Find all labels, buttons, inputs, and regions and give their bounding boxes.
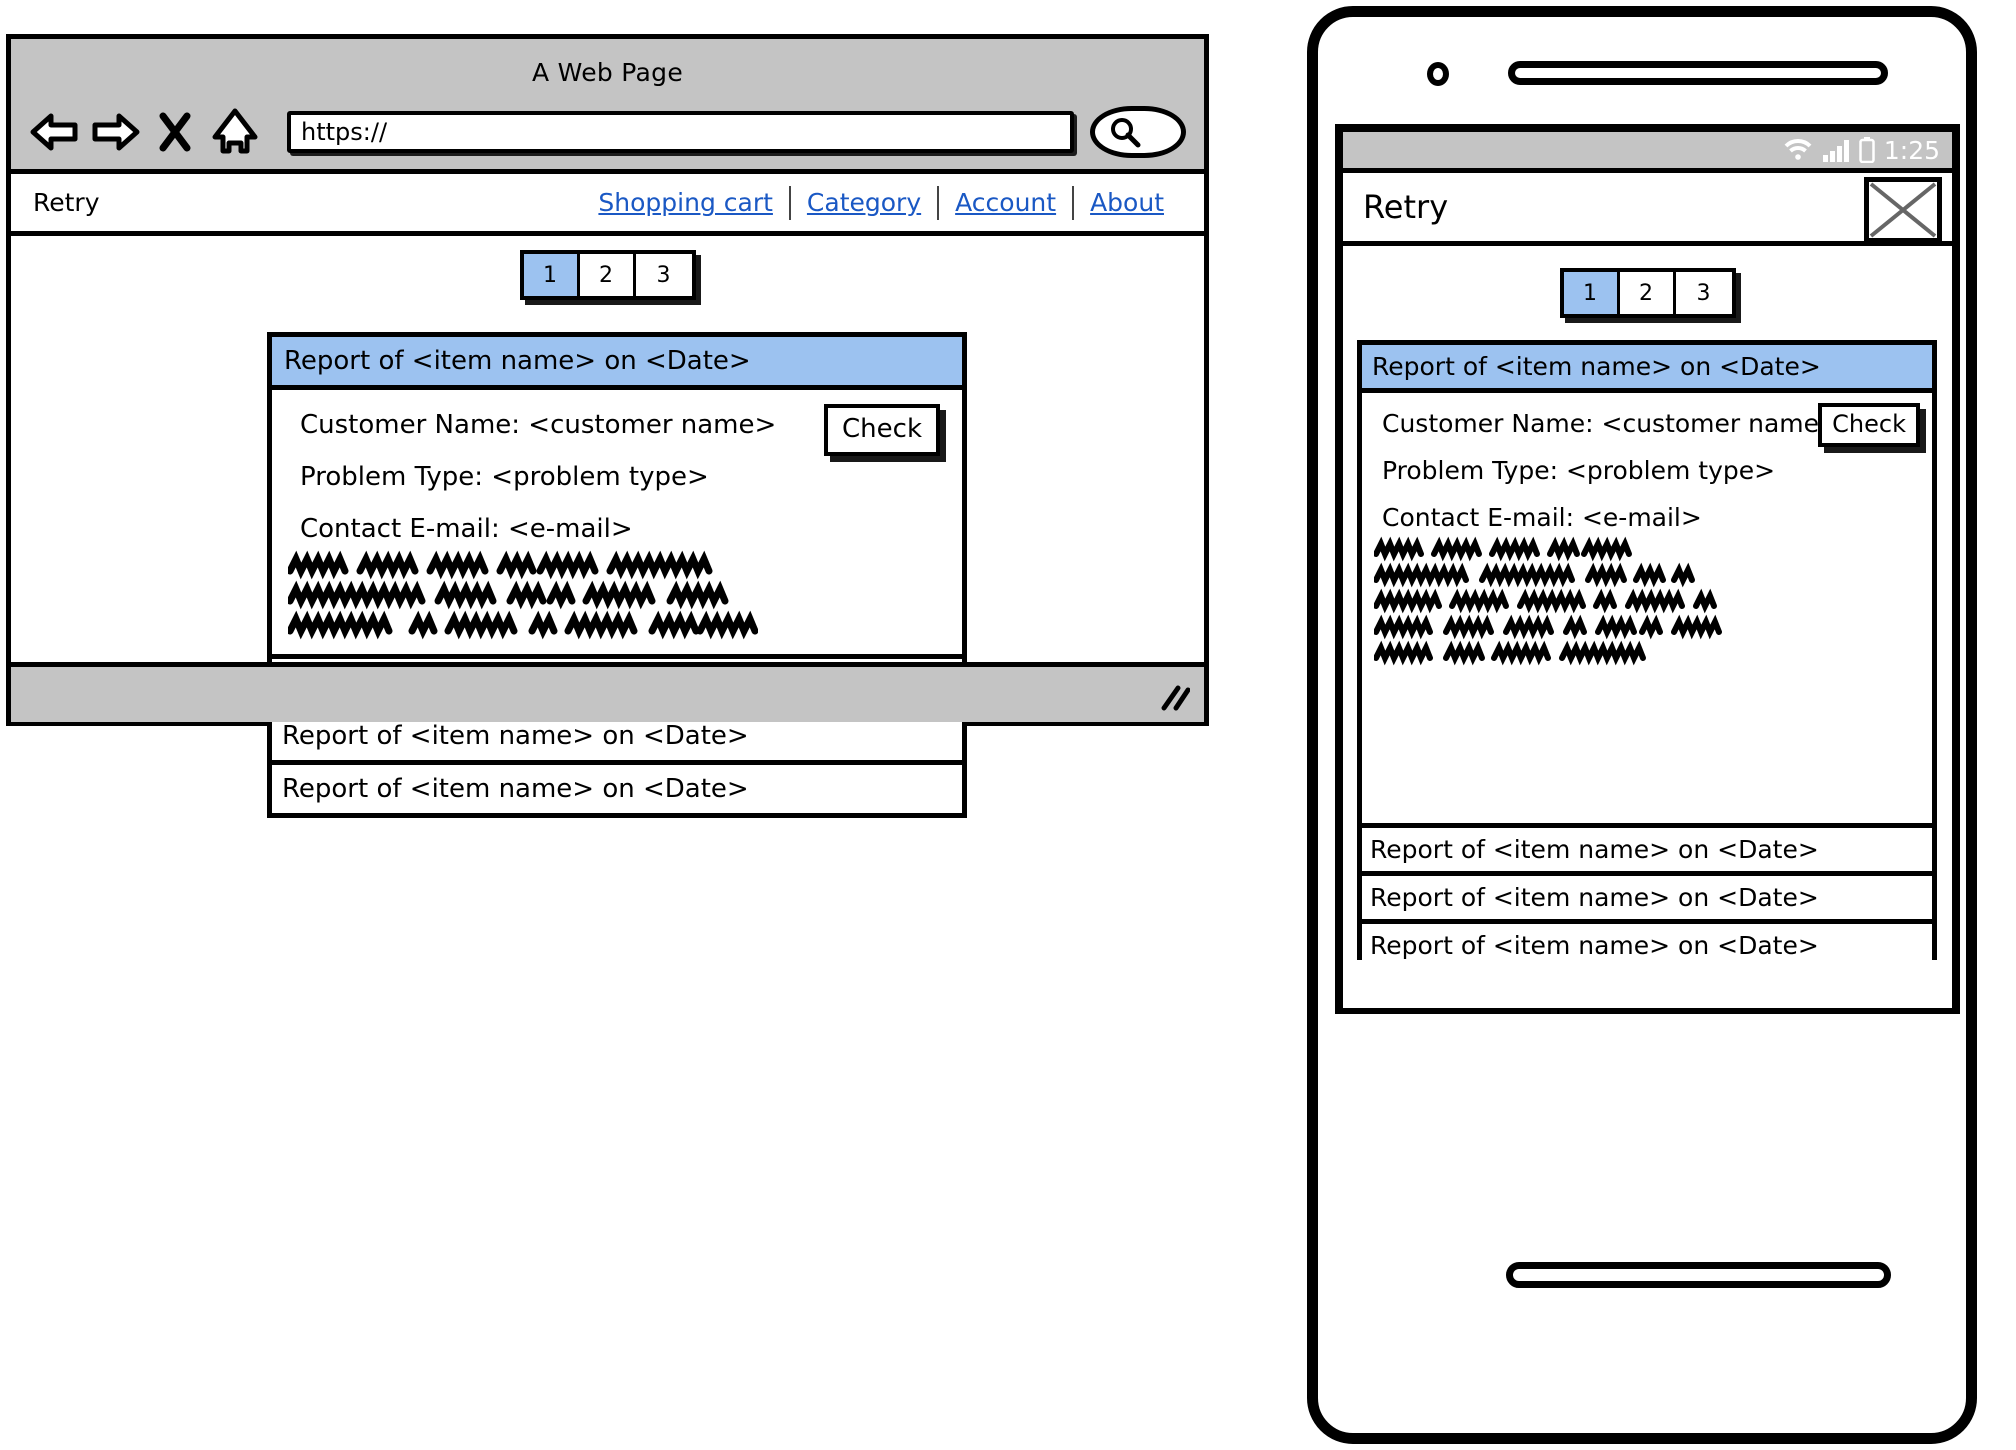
phone-pagination-page-3[interactable]: 3 bbox=[1676, 272, 1732, 314]
resize-grip-icon[interactable] bbox=[1158, 684, 1190, 712]
field-problem-type: Problem Type: <problem type> bbox=[300, 462, 709, 492]
forward-arrow-icon[interactable] bbox=[89, 106, 141, 158]
search-icon bbox=[1111, 118, 1141, 148]
phone-report-accordion-header-expanded[interactable]: Report of <item name> on <Date> bbox=[1362, 345, 1932, 393]
phone-scribble-line-3 bbox=[1374, 588, 1717, 614]
back-arrow-icon[interactable] bbox=[29, 106, 81, 158]
phone-pagination-page-1[interactable]: 1 bbox=[1563, 272, 1620, 314]
phone-page-content: 1 2 3 Report of <item name> on <Date> Cu… bbox=[1343, 246, 1952, 1008]
phone-device-frame: 1:25 Retry 1 2 3 Report of <item name> o… bbox=[1307, 6, 1977, 1444]
phone-pagination: 1 2 3 bbox=[1559, 268, 1736, 318]
wifi-icon bbox=[1783, 138, 1813, 162]
nav-link-shopping-cart[interactable]: Shopping cart bbox=[582, 188, 789, 217]
image-placeholder-icon[interactable] bbox=[1864, 177, 1942, 243]
scribble-line-1 bbox=[288, 550, 713, 580]
phone-status-bar: 1:25 bbox=[1343, 132, 1952, 168]
browser-page-content: 1 2 3 Report of <item name> on <Date> Cu… bbox=[11, 236, 1204, 818]
phone-report-row-2[interactable]: Report of <item name> on <Date> bbox=[1362, 823, 1932, 871]
pagination-page-1[interactable]: 1 bbox=[523, 254, 580, 296]
phone-app-title: Retry bbox=[1363, 188, 1449, 226]
phone-report-description-scribble bbox=[1374, 536, 1922, 666]
phone-report-row-4[interactable]: Report of <item name> on <Date> bbox=[1362, 919, 1932, 967]
check-button[interactable]: Check bbox=[824, 404, 940, 456]
field-contact-email: Contact E-mail: <e-mail> bbox=[300, 514, 633, 544]
close-x-icon[interactable] bbox=[149, 106, 201, 158]
scribble-line-3 bbox=[288, 610, 758, 640]
phone-check-button[interactable]: Check bbox=[1818, 403, 1920, 447]
pagination-page-3[interactable]: 3 bbox=[636, 254, 692, 296]
battery-icon bbox=[1859, 137, 1875, 163]
status-bar-clock: 1:25 bbox=[1883, 135, 1940, 165]
scribble-line-2 bbox=[288, 580, 729, 610]
pagination-page-2[interactable]: 2 bbox=[580, 254, 636, 296]
front-camera-icon bbox=[1427, 62, 1449, 86]
phone-scribble-line-5 bbox=[1374, 640, 1646, 666]
site-nav-links: Shopping cart Category Account About bbox=[582, 185, 1180, 220]
browser-chrome: A Web Page https:// bbox=[11, 39, 1204, 174]
url-input-value: https:// bbox=[301, 118, 388, 146]
nav-link-account[interactable]: Account bbox=[939, 188, 1072, 217]
phone-field-problem-type: Problem Type: <problem type> bbox=[1382, 456, 1776, 485]
search-button[interactable] bbox=[1090, 106, 1186, 158]
report-accordion-body: Customer Name: <customer name> Problem T… bbox=[272, 390, 962, 654]
pagination-container: 1 2 3 bbox=[11, 236, 1204, 300]
site-brand: Retry bbox=[33, 188, 100, 217]
report-description-scribble bbox=[288, 550, 948, 640]
signal-icon bbox=[1822, 138, 1850, 162]
phone-screen: 1:25 Retry 1 2 3 Report of <item name> o… bbox=[1335, 124, 1960, 1014]
nav-link-about[interactable]: About bbox=[1074, 188, 1180, 217]
phone-report-accordion: Report of <item name> on <Date> Customer… bbox=[1357, 340, 1937, 967]
pagination: 1 2 3 bbox=[519, 250, 696, 300]
phone-scribble-line-4 bbox=[1374, 614, 1722, 640]
phone-report-accordion-body: Customer Name: <customer name> Problem T… bbox=[1362, 393, 1932, 823]
phone-scribble-line-2 bbox=[1374, 562, 1695, 588]
phone-scribble-line-1 bbox=[1374, 536, 1632, 562]
phone-field-contact-email: Contact E-mail: <e-mail> bbox=[1382, 503, 1702, 532]
browser-window-title: A Web Page bbox=[531, 58, 684, 87]
browser-window: A Web Page https:// Retry Shopping cart … bbox=[6, 34, 1209, 818]
report-accordion: Report of <item name> on <Date> Customer… bbox=[267, 332, 967, 818]
phone-report-row-3[interactable]: Report of <item name> on <Date> bbox=[1362, 871, 1932, 919]
url-input[interactable]: https:// bbox=[287, 111, 1074, 153]
earpiece-speaker-icon bbox=[1508, 61, 1888, 85]
report-accordion-header-expanded[interactable]: Report of <item name> on <Date> bbox=[272, 337, 962, 390]
report-row-4[interactable]: Report of <item name> on <Date> bbox=[272, 760, 962, 813]
nav-link-category[interactable]: Category bbox=[791, 188, 937, 217]
phone-pagination-page-2[interactable]: 2 bbox=[1620, 272, 1676, 314]
phone-appbar: Retry bbox=[1343, 168, 1952, 246]
site-navbar: Retry Shopping cart Category Account Abo… bbox=[11, 174, 1204, 236]
browser-toolbar: https:// bbox=[11, 101, 1204, 163]
home-icon[interactable] bbox=[209, 106, 261, 158]
home-button[interactable] bbox=[1506, 1262, 1891, 1288]
phone-pagination-container: 1 2 3 bbox=[1343, 246, 1952, 318]
browser-statusbar bbox=[11, 662, 1204, 722]
